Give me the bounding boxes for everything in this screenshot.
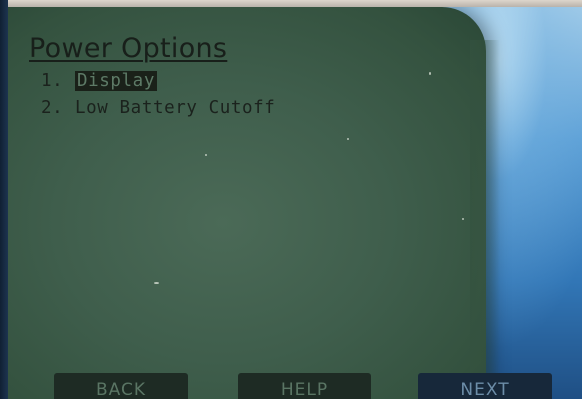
menu-item-label: Display <box>75 71 157 91</box>
menu-item-number: 1. <box>41 71 64 91</box>
menu-item-label: Low Battery Cutoff <box>75 98 276 118</box>
dust-speck <box>154 282 159 284</box>
dust-speck <box>347 138 349 140</box>
page-title: Power Options <box>29 33 228 64</box>
help-button[interactable]: HELP <box>238 373 371 399</box>
menu-item-display[interactable]: 1. Display <box>41 69 275 96</box>
menu-list: 1. Display 2. Low Battery Cutoff <box>41 69 275 123</box>
dust-speck <box>429 72 431 75</box>
dust-speck <box>205 154 207 156</box>
menu-item-number: 2. <box>41 98 64 118</box>
back-button[interactable]: BACK <box>54 373 188 399</box>
top-bezel <box>0 0 582 7</box>
menu-item-low-battery-cutoff[interactable]: 2. Low Battery Cutoff <box>41 96 275 123</box>
device-photo: Power Options 1. Display 2. Low Battery Cu… <box>0 0 582 399</box>
lcd-screen: Power Options 1. Display 2. Low Battery Cu… <box>8 7 486 399</box>
left-bezel <box>0 0 8 399</box>
dust-speck <box>462 218 464 220</box>
next-button[interactable]: NEXT <box>418 373 552 399</box>
screen-edge-shadow <box>470 40 500 380</box>
